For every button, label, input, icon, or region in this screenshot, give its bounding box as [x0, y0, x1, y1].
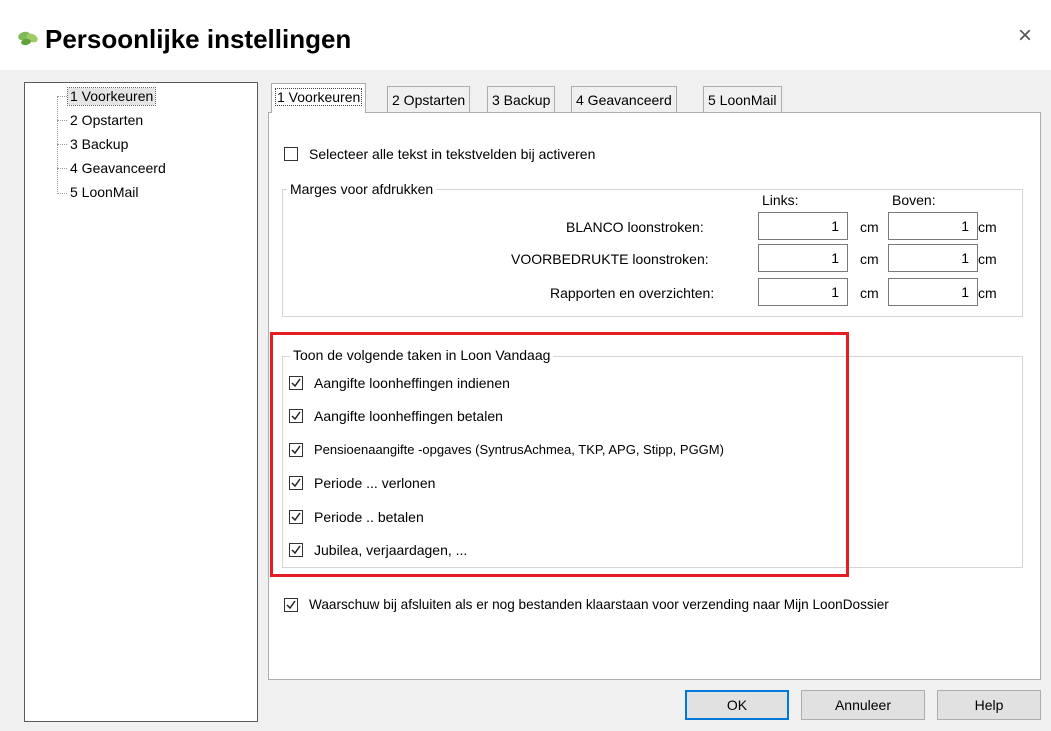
unit-label: cm — [860, 285, 879, 301]
select-all-checkbox[interactable] — [284, 147, 298, 161]
tab-voorkeuren[interactable]: 1 Voorkeuren — [271, 83, 367, 113]
margin-row-label: Rapporten en overzichten: — [550, 285, 715, 301]
tree-connector — [57, 96, 67, 97]
tree-connector — [57, 144, 67, 145]
tree-connector — [57, 120, 67, 121]
unit-label: cm — [978, 285, 997, 301]
tree-item-geavanceerd[interactable]: 4 Geavanceerd — [68, 160, 168, 177]
tree-item-voorkeuren[interactable]: 1 Voorkeuren — [66, 87, 157, 106]
tree-connector — [57, 193, 67, 194]
close-icon[interactable]: × — [1018, 24, 1032, 48]
margin-row-label: VOORBEDRUKTE loonstroken: — [511, 251, 709, 267]
unit-label: cm — [978, 251, 997, 267]
warn-checkbox[interactable] — [284, 598, 298, 612]
top-margin-input[interactable]: 1 — [888, 278, 978, 306]
tab-loonmail[interactable]: 5 LoonMail — [703, 86, 782, 112]
top-margin-input[interactable]: 1 — [888, 244, 978, 272]
tree-connector — [57, 96, 58, 194]
help-button[interactable]: Help — [937, 690, 1041, 720]
leaf-icon — [18, 31, 38, 46]
unit-label: cm — [860, 251, 879, 267]
margin-row-label: BLANCO loonstroken: — [566, 219, 704, 235]
settings-tree: 1 Voorkeuren 2 Opstarten 3 Backup 4 Geav… — [24, 82, 258, 722]
unit-label: cm — [978, 219, 997, 235]
checkmark-icon — [286, 600, 296, 610]
tab-geavanceerd[interactable]: 4 Geavanceerd — [571, 86, 677, 112]
highlight-box — [270, 332, 849, 577]
tree-item-backup[interactable]: 3 Backup — [68, 136, 130, 153]
margins-legend: Marges voor afdrukken — [287, 181, 437, 197]
cancel-button[interactable]: Annuleer — [801, 690, 925, 720]
tab-label: 1 Voorkeuren — [274, 88, 363, 106]
title-bar: Persoonlijke instellingen × — [0, 0, 1051, 70]
tree-item-loonmail[interactable]: 5 LoonMail — [68, 184, 141, 201]
left-margin-input[interactable]: 1 — [758, 244, 848, 272]
tab-backup[interactable]: 3 Backup — [487, 86, 556, 112]
unit-label: cm — [860, 219, 879, 235]
warn-label: Waarschuw bij afsluiten als er nog besta… — [309, 597, 889, 612]
col-left-header: Links: — [762, 192, 799, 208]
left-margin-input[interactable]: 1 — [758, 278, 848, 306]
ok-button[interactable]: OK — [685, 690, 789, 720]
select-all-label: Selecteer alle tekst in tekstvelden bij … — [309, 146, 596, 162]
tree-connector — [57, 168, 67, 169]
left-margin-input[interactable]: 1 — [758, 212, 848, 240]
top-margin-input[interactable]: 1 — [888, 212, 978, 240]
tab-opstarten[interactable]: 2 Opstarten — [387, 86, 471, 112]
tree-item-opstarten[interactable]: 2 Opstarten — [68, 112, 145, 129]
window-title: Persoonlijke instellingen — [45, 24, 352, 54]
col-top-header: Boven: — [892, 192, 936, 208]
